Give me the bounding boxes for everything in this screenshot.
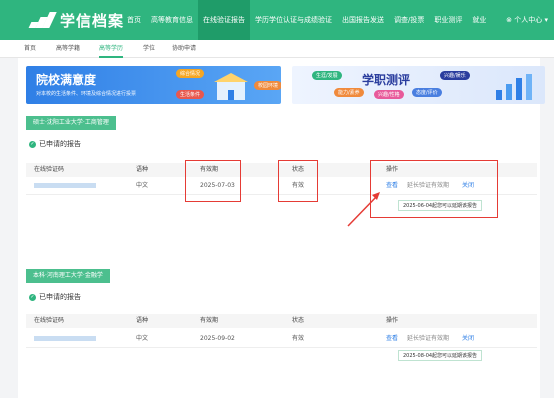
card-title: 硕士·沈阳工业大学·工商管理 [26,116,116,130]
column-header-language: 语种 [136,317,149,324]
logo-mark-icon [28,12,57,28]
column-header-status: 状态 [292,317,305,324]
logo-text: 学信档案 [60,11,125,30]
column-header-code: 在线验证码 [34,166,65,173]
nav-item-certification[interactable]: 学历学位认证与成绩验证 [250,0,337,40]
banner-tag: 兴趣/性格 [374,90,404,99]
applied-reports-heading: ✓ 已申请的报告 [29,292,81,302]
nav-item-home[interactable]: 首页 [122,0,146,40]
subnav-assist-apply[interactable]: 协助申请 [172,40,196,58]
highlight-box-actions [370,160,498,218]
nav-item-overseas-report[interactable]: 出国报告发送 [337,0,389,40]
applied-reports-label: 已申请的报告 [39,293,81,301]
applied-reports-label: 已申请的报告 [39,140,81,148]
report-card-bachelor: 本科·河南理工大学·金融学 ✓ 已申请的报告 在线验证码 语种 有效期 状态 操… [26,269,537,389]
table-row: 中文 2025-09-02 有效 查看 延长验证有效期 关闭 [26,330,537,348]
subnav-degree-record[interactable]: 高等学历 [99,40,124,58]
highlight-box-expiry [185,160,241,202]
nav-item-higher-education[interactable]: 高等教育信息 [146,0,198,40]
table-header: 在线验证码 语种 有效期 状态 操作 [26,314,537,328]
view-report-link[interactable]: 查看 [386,330,398,348]
subnav-enrollment[interactable]: 高等学籍 [56,40,80,58]
satisfaction-banner-title: 院校满意度 [36,73,97,87]
top-navigation-bar: 学信档案 首页 高等教育信息 在线验证报告 学历学位认证与成绩验证 出国报告发送… [0,0,554,40]
nav-item-survey[interactable]: 调查/投票 [389,0,429,40]
language-value: 中文 [136,182,149,189]
banner-tag: 兴趣/娱乐 [440,71,470,80]
satisfaction-banner[interactable]: 院校满意度 对本校的生活条件、环境及综合情况进行投票 综合情况 生活条件 校园环… [26,66,281,104]
nav-item-employment[interactable]: 就业 [467,0,491,40]
banner-tag: 能力/素养 [334,88,364,97]
extend-validity-link[interactable]: 延长验证有效期 [407,330,449,348]
bar-chart-icon [496,74,532,100]
expiry-value: 2025-09-02 [200,335,235,342]
annotation-arrow-icon [347,192,380,227]
column-header-code: 在线验证码 [34,317,65,324]
extend-tooltip: 2025-08-04起您可以延期该报告 [398,350,483,361]
banner-tag: 校园环境 [254,81,281,90]
subnav-home[interactable]: 首页 [24,40,36,58]
verification-code-redacted [34,330,96,348]
close-report-link[interactable]: 关闭 [462,330,474,348]
applied-reports-heading: ✓ 已申请的报告 [29,139,81,149]
language-value: 中文 [136,335,149,342]
nav-item-online-verification[interactable]: 在线验证报告 [198,0,250,40]
sub-navigation: 首页 高等学籍 高等学历 学位 协助申请 [0,40,554,58]
school-building-icon [214,73,248,100]
site-logo[interactable]: 学信档案 [28,10,124,30]
user-center-menu[interactable]: ⊗ 个人中心 ▾ [506,0,548,40]
main-nav: 首页 高等教育信息 在线验证报告 学历学位认证与成绩验证 出国报告发送 调查/投… [122,0,491,40]
highlight-box-status [278,160,318,202]
banner-tag: 态度/评价 [412,88,442,97]
banner-tag: 综合情况 [176,69,205,78]
column-header-expiry: 有效期 [200,317,219,324]
nav-item-career-test[interactable]: 职业测评 [429,0,467,40]
column-header-actions: 操作 [386,317,399,324]
check-circle-icon: ✓ [29,140,36,148]
verification-code-redacted [34,177,96,195]
check-circle-icon: ✓ [29,293,36,301]
banner-tag: 生涯/发展 [312,71,342,80]
column-header-language: 语种 [136,166,149,173]
subnav-degree[interactable]: 学位 [143,40,155,58]
status-value: 有效 [292,335,305,342]
career-banner-title: 学职测评 [362,73,411,87]
satisfaction-banner-subtitle: 对本校的生活条件、环境及综合情况进行投票 [36,91,137,97]
career-test-banner[interactable]: 生涯/发展 学职测评 兴趣/娱乐 能力/素养 兴趣/性格 态度/评价 [292,66,545,104]
main-content: 院校满意度 对本校的生活条件、环境及综合情况进行投票 综合情况 生活条件 校园环… [18,58,545,398]
card-title: 本科·河南理工大学·金融学 [26,269,110,283]
banner-tag: 生活条件 [176,90,205,99]
